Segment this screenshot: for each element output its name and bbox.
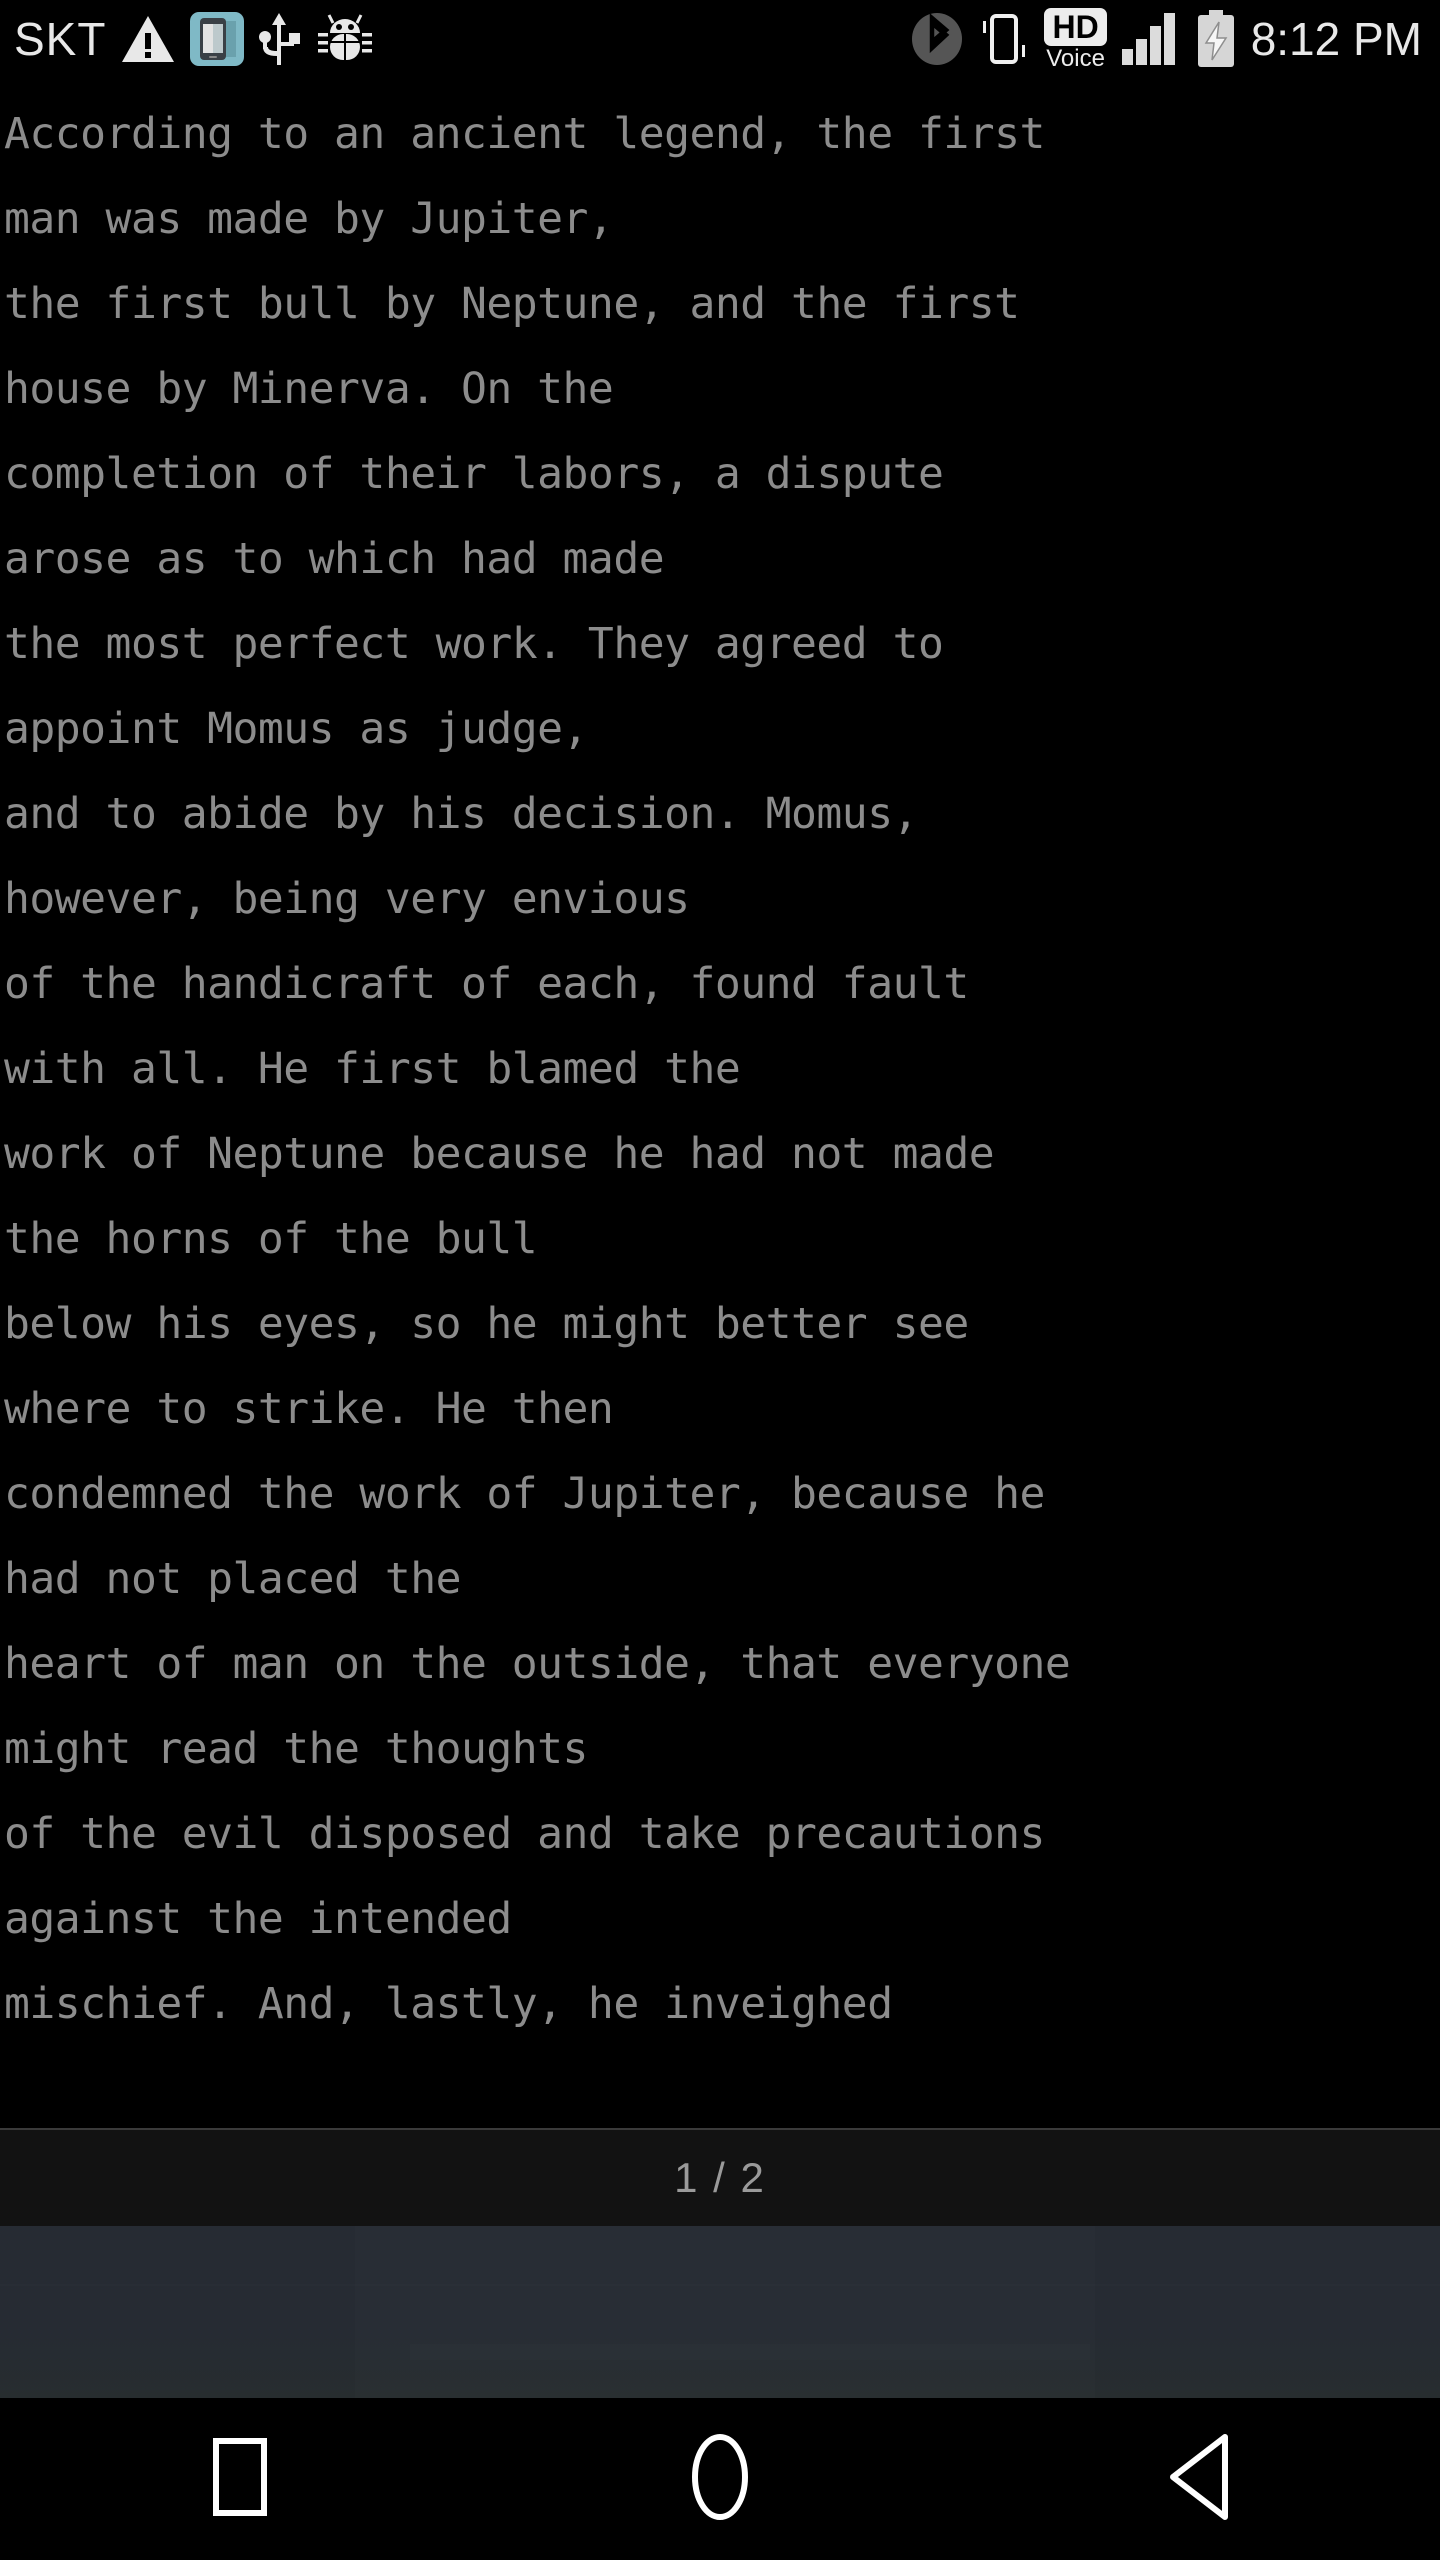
signal-bars-icon: [1121, 11, 1181, 67]
reader-text-body[interactable]: According to an ancient legend, the firs…: [0, 78, 1440, 2128]
panel-ghost-strip: [410, 2344, 1090, 2360]
home-button[interactable]: [480, 2398, 960, 2560]
text-line: of the evil disposed and take precaution…: [4, 1809, 1045, 1859]
text-line: mischief. And, lastly, he inveighed: [4, 1979, 893, 2029]
hd-badge-label: HD: [1044, 7, 1107, 46]
usb-icon: [258, 11, 302, 67]
bluetooth-icon: [910, 11, 964, 67]
vibrate-icon: [978, 11, 1030, 67]
phone-app-icon: [190, 12, 245, 66]
text-line: the horns of the bull: [4, 1214, 538, 1264]
hd-voice-icon: HD Voice: [1044, 7, 1107, 72]
text-line: man was made by Jupiter,: [4, 194, 614, 244]
text-line: however, being very envious: [4, 874, 690, 924]
android-navigation-bar: [0, 2398, 1440, 2560]
hd-voice-sublabel: Voice: [1046, 44, 1105, 72]
square-icon: [208, 2435, 272, 2523]
text-line: against the intended: [4, 1894, 512, 1944]
text-line: appoint Momus as judge,: [4, 704, 588, 754]
back-button[interactable]: [960, 2398, 1440, 2560]
warning-triangle-icon: [120, 13, 176, 65]
text-line: condemned the work of Jupiter, because h…: [4, 1469, 1045, 1519]
text-line: house by Minerva. On the: [4, 364, 614, 414]
battery-charging-icon: [1195, 10, 1237, 68]
text-line: might read the thoughts: [4, 1724, 588, 1774]
text-line: work of Neptune because he had not made: [4, 1129, 995, 1179]
circle-icon: [688, 2432, 752, 2526]
text-line: where to strike. He then: [4, 1384, 614, 1434]
text-line: had not placed the: [4, 1554, 462, 1604]
text-line: of the handicraft of each, found fault: [4, 959, 969, 1009]
lower-blank-panel: [0, 2226, 1440, 2398]
recents-button[interactable]: [0, 2398, 480, 2560]
triangle-left-icon: [1163, 2432, 1237, 2526]
panel-ghost-line: [0, 2284, 1440, 2286]
text-line: with all. He first blamed the: [4, 1044, 741, 1094]
carrier-label: SKT: [14, 13, 107, 65]
text-line: below his eyes, so he might better see: [4, 1299, 969, 1349]
status-bar-right-group: HD Voice 8:12 PM: [910, 7, 1440, 72]
android-debug-bug-icon: [316, 11, 374, 67]
status-bar: SKT HD Voice 8:12 PM: [0, 0, 1440, 78]
text-line: completion of their labors, a dispute: [4, 449, 944, 499]
panel-ghost-region: [355, 2226, 1095, 2398]
text-line: the most perfect work. They agreed to: [4, 619, 944, 669]
page-indicator-label: 1 / 2: [674, 2154, 766, 2201]
text-line: According to an ancient legend, the firs…: [4, 109, 1045, 159]
page-indicator-bar[interactable]: 1 / 2: [0, 2128, 1440, 2226]
text-line: and to abide by his decision. Momus,: [4, 789, 918, 839]
status-bar-left-group: SKT: [0, 11, 374, 67]
clock-label: 8:12 PM: [1250, 13, 1422, 65]
text-line: arose as to which had made: [4, 534, 665, 584]
text-line: the first bull by Neptune, and the first: [4, 279, 1020, 329]
text-line: heart of man on the outside, that everyo…: [4, 1639, 1071, 1689]
phone-screen: SKT HD Voice 8:12 PM According to an anc…: [0, 0, 1440, 2560]
